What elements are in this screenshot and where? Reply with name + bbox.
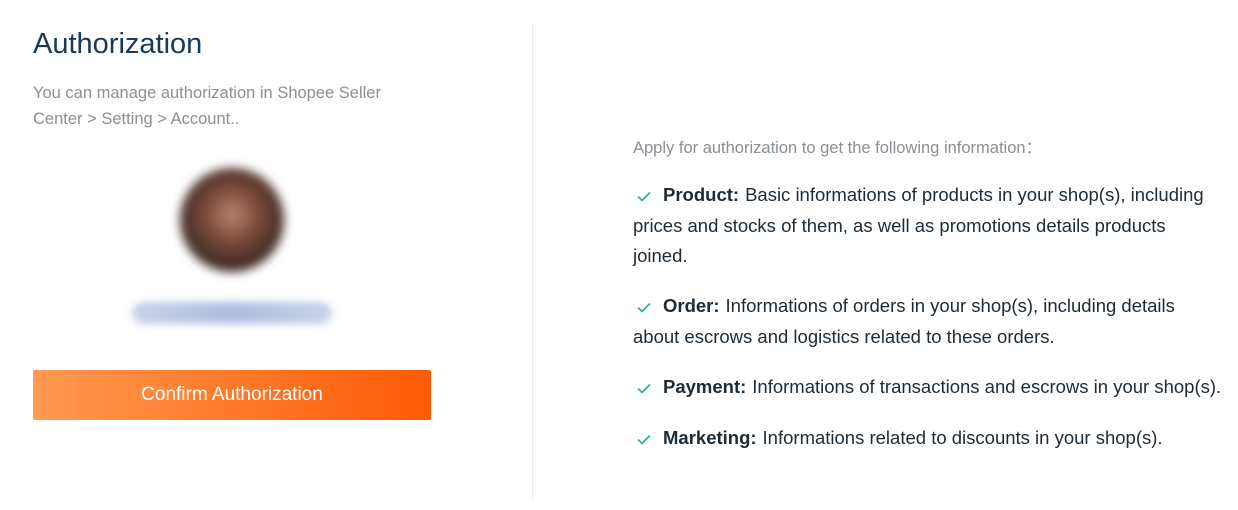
permissions-intro: Apply for authorization to get the follo… (633, 139, 1043, 157)
permission-title: Product: (663, 184, 740, 205)
check-icon (637, 373, 655, 403)
list-item-product: Product: Basic informations of products i… (633, 180, 1223, 271)
avatar (180, 168, 284, 272)
list-item-order: Order: Informations of orders in your sho… (633, 291, 1223, 352)
permission-title: Order: (663, 295, 720, 317)
list-item-marketing: Marketing: Informations related to discou… (633, 423, 1223, 454)
check-icon (637, 292, 655, 322)
authorization-panel: Authorization You can manage authorizati… (0, 0, 532, 510)
check-icon (637, 181, 655, 211)
page-title: Authorization (33, 28, 203, 60)
list-item-payment: Payment: Informations of transactions and… (633, 372, 1223, 403)
shop-username-blurred (132, 302, 332, 324)
permissions-panel: Apply for authorization to get the follo… (633, 0, 1228, 510)
permissions-list: Product: Basic informations of products i… (633, 180, 1223, 474)
authorization-hint: You can manage authorization in Shopee S… (33, 84, 381, 128)
permission-description: Informations of transactions and escrows… (752, 376, 1222, 398)
permission-title: Marketing: (663, 427, 757, 449)
confirm-authorization-button[interactable]: Confirm Authorization (33, 370, 431, 420)
permission-title: Payment: (663, 376, 747, 398)
permission-description: Informations related to discounts in you… (762, 427, 1163, 449)
panel-divider (532, 24, 533, 500)
check-icon (637, 424, 655, 454)
